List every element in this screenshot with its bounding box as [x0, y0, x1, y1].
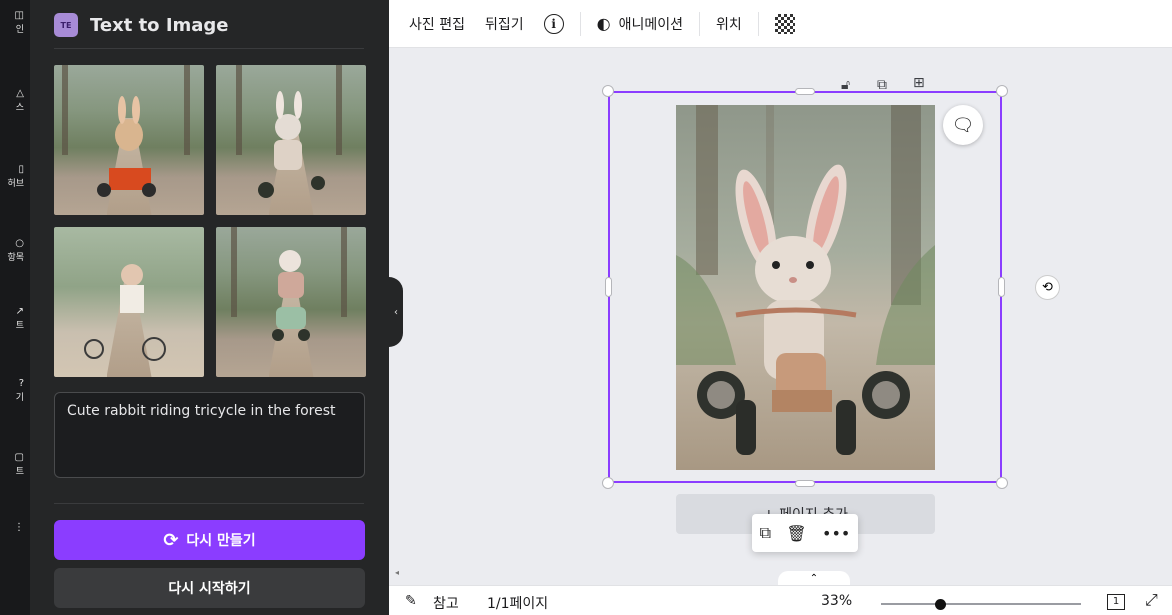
rail-label: 트 [15, 467, 24, 477]
rail-icon: ↗ [15, 306, 24, 317]
rail-label: 기 [15, 393, 24, 403]
divider [54, 48, 364, 49]
rail-label: 트 [15, 321, 24, 331]
info-icon: i [543, 13, 564, 34]
generated-image-2[interactable] [216, 65, 366, 215]
rail-icon: ? [18, 378, 24, 389]
rail-icon: ⋮ [14, 522, 24, 533]
rail-item[interactable]: ▯ 허브 [0, 164, 30, 189]
rotate-button[interactable]: ⟲ [1035, 275, 1060, 300]
chevron-left-icon: ‹ [394, 306, 398, 318]
toolbar-divider [579, 11, 581, 36]
resize-handle-right[interactable] [998, 277, 1005, 297]
panel-title: Text to Image [90, 14, 229, 36]
animate-button-label: 애니메이션 [618, 16, 683, 33]
rail-label: 항목 [7, 253, 24, 263]
notes-icon[interactable]: ✎ [405, 593, 417, 609]
rail-icon: ○ [15, 238, 24, 249]
transparency-button[interactable] [765, 0, 805, 48]
rail-icon: ▯ [18, 164, 24, 175]
rail-item[interactable]: ○ 항목 [0, 238, 30, 263]
resize-handle-bottom-left[interactable] [602, 477, 614, 489]
regenerate-button-label: 다시 만들기 [186, 533, 256, 549]
edit-photo-button[interactable]: 사진 편집 [399, 0, 475, 48]
collapse-panel-button[interactable]: ‹ [389, 277, 403, 347]
panel-header: TE Text to Image [54, 12, 229, 38]
info-button[interactable]: i [534, 0, 574, 48]
trash-icon[interactable]: 🗑︎ [786, 524, 806, 543]
divider [54, 503, 364, 504]
notes-button[interactable]: 참고 [433, 593, 459, 613]
resize-handle-top[interactable] [795, 88, 815, 95]
rail-icon: △ [16, 88, 24, 99]
generated-image-3[interactable] [54, 227, 204, 377]
text-to-image-app-icon: TE [54, 13, 78, 37]
regenerate-button[interactable]: ⟳ 다시 만들기 [54, 520, 365, 560]
add-comment-button[interactable]: 🗨︎ [943, 105, 983, 145]
position-button[interactable]: 위치 [706, 0, 752, 48]
element-context-menu: ⧉ 🗑︎ ••• [752, 514, 858, 552]
rail-label: 인 [15, 25, 24, 35]
resize-handle-top-right[interactable] [996, 85, 1008, 97]
resize-handle-bottom-right[interactable] [996, 477, 1008, 489]
rail-item[interactable]: ↗ 트 [0, 306, 30, 331]
toolbar-divider [757, 11, 759, 36]
resize-handle-left[interactable] [605, 277, 612, 297]
prompt-input[interactable]: Cute rabbit riding tricycle in the fores… [54, 392, 365, 478]
scroll-left-icon[interactable]: ◂ [395, 568, 399, 577]
chevron-up-icon: ⌃ [809, 572, 819, 584]
text-to-image-panel: TE Text to Image Cute rabbit riding tric… [30, 0, 389, 615]
page-indicator[interactable]: 1/1페이지 [487, 593, 548, 613]
fullscreen-icon[interactable]: ⤢ [1145, 590, 1158, 610]
toolbar-divider [699, 11, 700, 36]
resize-handle-top-left[interactable] [602, 85, 614, 97]
generated-image-4[interactable] [216, 227, 366, 377]
duplicate-icon[interactable]: ⧉ [760, 523, 771, 543]
animate-button[interactable]: ◐ 애니메이션 [587, 0, 693, 48]
expand-pages-button[interactable]: ⌃ [778, 571, 850, 585]
rotate-icon: ⟲ [1042, 280, 1053, 295]
generated-image-1[interactable] [54, 65, 204, 215]
rail-item[interactable]: ⋮ [0, 522, 30, 534]
page-grid-button[interactable]: 1 [1107, 594, 1125, 610]
more-options-icon[interactable]: ••• [822, 524, 850, 543]
selection-frame[interactable] [608, 91, 1002, 483]
animation-icon: ◐ [596, 14, 611, 33]
toolbar: 사진 편집 뒤집기 i ◐ 애니메이션 위치 [389, 0, 1172, 48]
comment-add-icon: 🗨︎ [951, 114, 975, 136]
rail-label: 스 [15, 103, 24, 113]
rail-label: 허브 [7, 179, 24, 189]
rail-item[interactable]: △ 스 [0, 88, 30, 113]
refresh-icon: ⟳ [163, 529, 179, 551]
rail-item[interactable]: ▢ 트 [0, 452, 30, 477]
add-element-icon[interactable]: ⊞ [913, 75, 925, 91]
zoom-level[interactable]: 33% [821, 593, 852, 609]
zoom-slider-thumb[interactable] [935, 599, 946, 610]
bottom-bar: ✎ 참고 1/1페이지 33% 1 ⤢ [389, 585, 1172, 615]
zoom-slider-track[interactable] [881, 603, 1081, 605]
rail-icon: ◫ [14, 10, 24, 21]
rail-item[interactable]: ◫ 인 [0, 10, 30, 35]
resize-handle-bottom[interactable] [795, 480, 815, 487]
start-over-button[interactable]: 다시 시작하기 [54, 568, 365, 608]
rail-item[interactable]: ? 기 [0, 378, 30, 403]
flip-button[interactable]: 뒤집기 [475, 0, 534, 48]
rail-icon: ▢ [14, 452, 24, 463]
transparency-icon [774, 13, 795, 34]
left-rail: ◫ 인 △ 스 ▯ 허브 ○ 항목 ↗ 트? 기 ▢ 트 ⋮ [0, 0, 30, 615]
